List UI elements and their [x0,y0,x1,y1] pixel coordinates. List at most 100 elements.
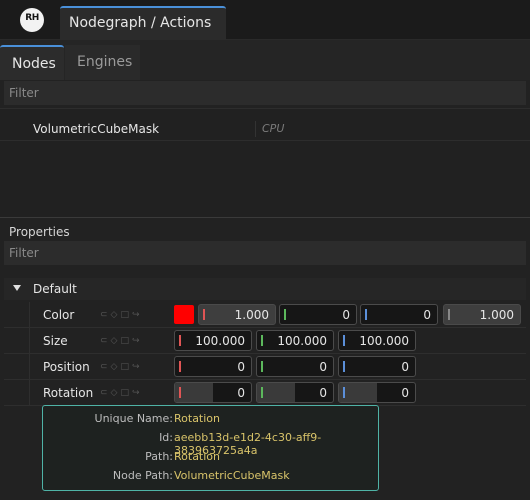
property-name: Color [43,308,75,322]
title-bar: RH Nodegraph / Actions [0,0,530,40]
tooltip-row: Id: aeebb13d-e1d2-4c30-aff9-383963725a4a [43,431,378,457]
field-value: 0 [401,386,409,400]
channel-bar [261,387,263,398]
properties-filter-input[interactable]: Filter [4,241,526,265]
arrow-icon[interactable]: ↪ [132,388,143,398]
rotation-y-field[interactable]: 0 [256,382,334,403]
window-tab[interactable]: Nodegraph / Actions [60,6,226,40]
size-z-field[interactable]: 100.000 [338,330,416,351]
property-row-position: Position ⊂◇□↪ 0 0 0 [4,354,526,380]
tooltip-value: Rotation [174,412,221,425]
position-x-field[interactable]: 0 [174,356,252,377]
channel-bar [365,309,367,320]
row-gutter [4,302,30,327]
property-row-size: Size ⊂◇□↪ 100.000 100.000 100.000 [4,328,526,354]
tooltip-row: Path: Rotation [43,450,378,466]
color-r-field[interactable]: 1.000 [198,304,276,325]
tooltip-row: Node Path: VolumetricCubeMask [43,469,378,485]
position-z-field[interactable]: 0 [338,356,416,377]
field-value: 0 [237,360,245,374]
property-name: Size [43,334,68,348]
nodes-filter-input[interactable]: Filter [4,81,526,105]
channel-bar [179,335,181,346]
position-y-field[interactable]: 0 [256,356,334,377]
color-g-field[interactable]: 0 [279,304,357,325]
field-value: 1.000 [234,308,269,322]
row-gutter [4,328,30,353]
field-value: 0 [401,360,409,374]
tooltip-row: Unique Name: Rotation [43,412,378,428]
rotation-x-field[interactable]: 0 [174,382,252,403]
tab-engines[interactable]: Engines [65,45,140,80]
channel-bar [343,387,345,398]
property-icons: ⊂◇□↪ [100,336,162,346]
tooltip-key: Id: [159,431,173,444]
group-label: Default [33,282,77,296]
list-item[interactable]: VolumetricCubeMask CPU [0,117,530,141]
properties-title: Properties [9,225,70,239]
property-row-rotation: Rotation ⊂◇□↪ 0 0 0 [4,380,526,406]
square-icon[interactable]: □ [120,362,132,372]
row-gutter [4,380,30,405]
property-row-color: Color ⊂◇□↪ 1.000 0 0 1.000 [4,302,526,328]
app-logo-icon[interactable]: RH [20,8,44,32]
logo-text: RH [25,13,39,23]
field-value: 100.000 [359,334,409,348]
tooltip-key: Path: [145,450,173,463]
tab-nodes[interactable]: Nodes [0,45,64,80]
tooltip-value: VolumetricCubeMask [174,469,290,482]
column-divider [255,121,256,137]
tooltip-key: Unique Name: [94,412,173,425]
channel-bar [179,361,181,372]
square-icon[interactable]: □ [120,336,132,346]
property-icons: ⊂◇□↪ [100,362,162,372]
sub-tab-bar: Nodes Engines [0,40,530,80]
channel-bar [343,335,345,346]
channel-bar [179,387,181,398]
square-icon[interactable]: □ [120,310,132,320]
property-icons: ⊂◇□↪ [100,388,162,398]
link-icon[interactable]: ⊂ [100,362,111,372]
node-list: VolumetricCubeMask CPU [0,108,530,218]
channel-bar [261,361,263,372]
tooltip-value: Rotation [174,450,221,463]
tooltip-key: Node Path: [112,469,173,482]
property-name: Rotation [43,386,94,400]
field-value: 0 [319,360,327,374]
channel-bar [261,335,263,346]
property-name: Position [43,360,90,374]
chevron-down-icon[interactable] [13,285,21,291]
arrow-icon[interactable]: ↪ [132,362,143,372]
size-x-field[interactable]: 100.000 [174,330,252,351]
link-icon[interactable]: ⊂ [100,388,111,398]
link-icon[interactable]: ⊂ [100,310,111,320]
field-value: 0 [237,386,245,400]
channel-bar [448,309,450,320]
keyframe-icon[interactable]: ◇ [111,388,121,398]
color-b-field[interactable]: 0 [360,304,438,325]
property-tooltip: Unique Name: Rotation Id: aeebb13d-e1d2-… [42,405,379,491]
keyframe-icon[interactable]: ◇ [111,362,121,372]
channel-bar [284,309,286,320]
node-name: VolumetricCubeMask [33,122,160,136]
field-value: 100.000 [277,334,327,348]
field-value: 0 [342,308,350,322]
field-value: 100.000 [195,334,245,348]
arrow-icon[interactable]: ↪ [132,310,143,320]
color-swatch[interactable] [174,305,194,324]
square-icon[interactable]: □ [120,388,132,398]
channel-bar [203,309,205,320]
channel-bar [343,361,345,372]
group-header-default[interactable]: Default [4,278,526,300]
field-value: 1.000 [479,308,514,322]
property-icons: ⊂◇□↪ [100,310,162,320]
field-value: 0 [319,386,327,400]
link-icon[interactable]: ⊂ [100,336,111,346]
node-engine: CPU [262,122,285,135]
rotation-z-field[interactable]: 0 [338,382,416,403]
keyframe-icon[interactable]: ◇ [111,336,121,346]
size-y-field[interactable]: 100.000 [256,330,334,351]
color-a-field[interactable]: 1.000 [443,304,521,325]
keyframe-icon[interactable]: ◇ [111,310,121,320]
arrow-icon[interactable]: ↪ [132,336,143,346]
